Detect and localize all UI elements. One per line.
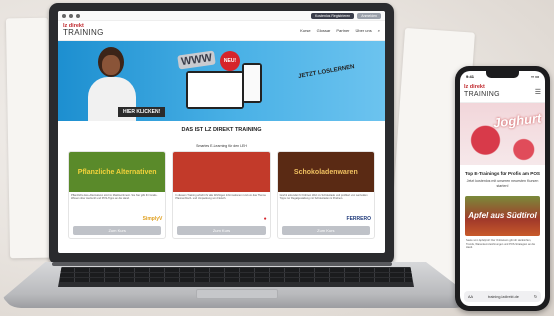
joghurt-banner: Joghurt — [460, 103, 545, 165]
social-icon[interactable] — [62, 13, 66, 18]
course-card[interactable]: In diesem Training erfahrt ihr alle Wich… — [172, 151, 271, 239]
menu-item-partner[interactable]: Partner — [336, 28, 349, 33]
signal-icon: ▪▪ ▭ — [531, 73, 539, 79]
site-nav: lz direkt TRAINING Kurse Glossar Partner… — [58, 21, 385, 41]
smartphone: 9:41 ▪▪ ▭ lz direkt TRAINING ☰ Joghurt T… — [455, 66, 550, 311]
course-text: Graf & erkundet ihr Kühnen Wert zu Schok… — [279, 194, 368, 201]
menu-item-ueber-uns[interactable]: Über uns — [356, 28, 372, 33]
hero-phone-image — [242, 63, 262, 103]
course-card[interactable]: Schokoladenwaren Graf & erkundet ihr Küh… — [276, 151, 375, 239]
brand-logo: FERRERO — [346, 216, 371, 222]
site-topbar: Kostenlos Registrieren Anmelden — [58, 11, 385, 21]
phone-time: 9:41 — [466, 73, 475, 79]
joghurt-title: Joghurt — [491, 110, 542, 131]
register-button[interactable]: Kostenlos Registrieren — [311, 12, 355, 19]
course-image — [173, 152, 270, 192]
text-size-icon[interactable]: AA — [468, 295, 473, 299]
course-button[interactable]: Zum Kurs — [281, 226, 370, 235]
apfel-course-image[interactable]: Apfel aus Südtirol — [465, 196, 540, 237]
apfel-title: Apfel aus Südtirol — [468, 211, 537, 221]
main-menu: Kurse Glossar Partner Über uns ⌕ — [300, 28, 380, 33]
hero-slogan: JETZT LOSLERNEN — [297, 64, 356, 80]
phone-notch — [486, 71, 519, 78]
new-badge: NEU! — [220, 51, 240, 71]
course-text: In diesem Training erfahrt ihr alle Wich… — [175, 194, 266, 201]
laptop-trackpad — [196, 289, 278, 299]
course-image: Pflanzliche Alternativen — [69, 152, 166, 192]
brand-logo: SimplyV — [142, 216, 163, 222]
course-card[interactable]: Pflanzliche Alternativen Pflanzliche Ess… — [68, 151, 167, 239]
phone-subheadline: Jetzt kostenlos mit unseren neuesten Kur… — [466, 179, 539, 188]
site-logo[interactable]: lz direkt TRAINING — [63, 23, 104, 38]
social-icon[interactable] — [69, 13, 73, 18]
background-paper-left — [5, 17, 53, 259]
course-button[interactable]: Zum Kurs — [177, 226, 266, 235]
laptop-keyboard — [58, 267, 414, 287]
hero-cta-button[interactable]: HIER KLICKEN! — [118, 107, 166, 117]
section-title: DAS IST LZ DIREKT TRAINING — [181, 127, 262, 133]
phone-nav: lz direkt TRAINING ☰ — [460, 81, 545, 103]
laptop-hinge — [52, 262, 392, 266]
www-badge: WWW — [177, 50, 216, 70]
course-cards: Pflanzliche Alternativen Pflanzliche Ess… — [58, 148, 385, 239]
course-image: Schokoladenwaren — [277, 152, 374, 192]
phone-logo[interactable]: lz direkt TRAINING — [464, 85, 500, 98]
login-button[interactable]: Anmelden — [357, 12, 381, 19]
social-icon[interactable] — [76, 13, 80, 18]
menu-item-kurse[interactable]: Kurse — [300, 28, 310, 33]
course-button[interactable]: Zum Kurs — [73, 226, 162, 235]
hamburger-menu-icon[interactable]: ☰ — [535, 88, 541, 96]
course-text: Pflanzliche Ess-Alternativen sind im Mar… — [71, 194, 158, 201]
hero-banner: WWW NEU! JETZT LOSLERNEN HIER KLICKEN! — [58, 41, 385, 121]
url-text: training.lzdirekt.de — [488, 294, 519, 299]
reload-icon[interactable]: ↻ — [534, 294, 537, 299]
laptop-screen: Kostenlos Registrieren Anmelden lz direk… — [58, 11, 385, 253]
phone-course-text: Seele vom Apfelprofi: Der Onlinekurs gib… — [466, 239, 536, 250]
phone-headline: Top E-Trainings für Profis am POS — [465, 171, 540, 176]
browser-url-bar[interactable]: AA training.lzdirekt.de ↻ — [464, 291, 541, 302]
search-icon[interactable]: ⌕ — [378, 28, 380, 33]
menu-item-glossar[interactable]: Glossar — [317, 28, 331, 33]
hero-laptop-image — [186, 71, 244, 109]
phone-screen: 9:41 ▪▪ ▭ lz direkt TRAINING ☰ Joghurt T… — [460, 71, 545, 306]
brand-logo: ● — [263, 216, 267, 222]
laptop-lid: Kostenlos Registrieren Anmelden lz direk… — [49, 3, 394, 265]
